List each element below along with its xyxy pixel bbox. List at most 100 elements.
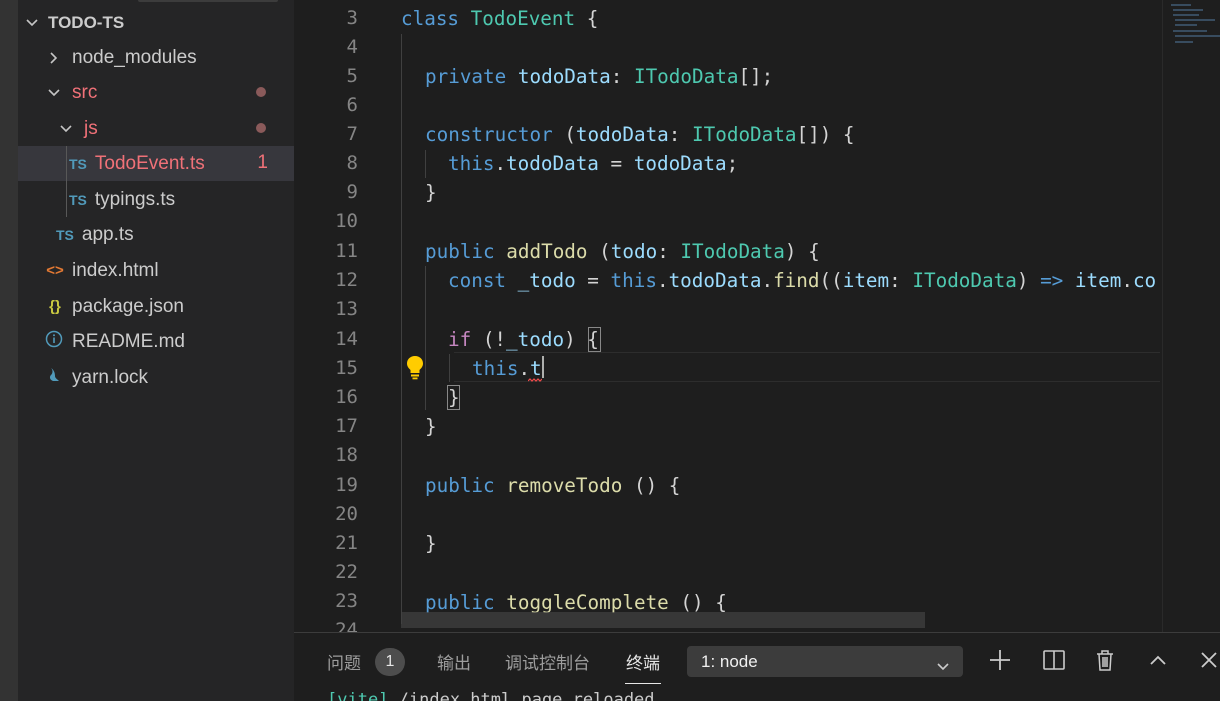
line-number: 3 [346, 7, 358, 29]
lightbulb-icon[interactable] [404, 354, 426, 380]
line-number: 10 [335, 210, 358, 232]
code-token: (! [482, 328, 507, 351]
tree-item-todoevent-ts[interactable]: TS TodoEvent.ts 1 [18, 146, 294, 181]
minimap[interactable] [1162, 0, 1220, 632]
html-file-icon: <> [46, 262, 64, 279]
terminal-output-line: [vite] /index.html page reloaded [327, 690, 655, 701]
code-token: . [761, 269, 774, 292]
code-line-19[interactable]: public removeTodo () { [425, 471, 680, 500]
code-token: : [889, 269, 913, 292]
code-token: public [425, 474, 507, 497]
chevron-down-icon [46, 85, 64, 101]
error-squiggle [528, 378, 542, 382]
code-line-14[interactable]: if (!_todo) { [448, 325, 599, 354]
code-token: () { [633, 474, 681, 497]
code-token: _todo [506, 328, 565, 351]
tree-item-yarn-lock[interactable]: yarn.lock [18, 360, 294, 395]
tree-item-package-json[interactable]: {} package.json [18, 289, 294, 324]
code-token: : [610, 65, 634, 88]
terminal-text: /index.html page reloaded [388, 690, 655, 701]
active-tab-indicator [625, 683, 661, 684]
tab-terminal[interactable]: 终端 [626, 649, 660, 674]
code-token: ITodoData [912, 269, 1017, 292]
tree-item-label: typings.ts [94, 188, 176, 210]
typescript-file-icon: TS [69, 191, 87, 208]
code-token: co [1132, 269, 1157, 292]
tree-item-src[interactable]: src [18, 75, 294, 110]
bottom-panel: 问题 1 输出 调试控制台 终端 1: node [vite] /index.h… [294, 632, 1220, 701]
tab-output[interactable]: 输出 [437, 649, 471, 674]
code-token: t [530, 357, 542, 380]
code-line-7[interactable]: constructor (todoData: ITodoData[]) { [425, 120, 855, 149]
terminal-select[interactable]: 1: node [687, 646, 963, 677]
code-token: class [401, 7, 471, 30]
trash-icon[interactable] [1092, 647, 1118, 673]
code-token: . [494, 152, 507, 175]
tree-item-app-ts[interactable]: TS app.ts [18, 217, 294, 252]
code-token: ITodoData [692, 123, 797, 146]
code-token: todoData [506, 152, 599, 175]
code-token: : [668, 123, 693, 146]
code-line-17[interactable]: } [425, 412, 437, 441]
horizontal-scrollbar[interactable] [401, 612, 925, 628]
tree-item-label: node_modules [72, 46, 197, 68]
code-token: TodoEvent [470, 7, 576, 30]
code-token: this [448, 152, 495, 175]
code-line-8[interactable]: this.todoData = todoData; [448, 149, 738, 178]
tree-item-node-modules[interactable]: node_modules [18, 40, 294, 75]
tab-debug-console[interactable]: 调试控制台 [505, 649, 590, 674]
new-terminal-icon[interactable] [987, 647, 1013, 673]
code-token: _todo [517, 269, 576, 292]
tab-problems[interactable]: 问题 [327, 649, 361, 674]
code-line-3[interactable]: class TodoEvent { [401, 4, 598, 33]
explorer-sidebar: TODO-TS node_modules src js TS TodoEvent… [18, 0, 294, 701]
code-token: } [425, 415, 437, 438]
tree-item-readme-md[interactable]: README.md [18, 324, 294, 359]
code-line-21[interactable]: } [425, 529, 437, 558]
tree-item-label: index.html [72, 259, 159, 281]
tree-item-label: app.ts [81, 223, 134, 245]
sidebar-scroll-indicator [138, 0, 278, 2]
code-line-9[interactable]: } [425, 178, 437, 207]
code-line-12[interactable]: const _todo = this.todoData.find((item: … [448, 266, 1156, 295]
tree-item-typings-ts[interactable]: TS typings.ts [18, 182, 294, 217]
code-token: todoData [575, 123, 669, 146]
bracket-match-close [447, 385, 460, 410]
close-panel-icon[interactable] [1196, 647, 1220, 673]
code-token: todo [610, 240, 658, 263]
code-token: = [575, 269, 611, 292]
tree-item-label: README.md [72, 330, 185, 352]
split-terminal-icon[interactable] [1041, 647, 1067, 673]
tree-item-label: src [72, 81, 98, 103]
problem-count: 1 [257, 152, 268, 173]
code-line-11[interactable]: public addTodo (todo: ITodoData) { [425, 237, 820, 266]
typescript-file-icon: TS [56, 226, 74, 243]
line-number: 12 [335, 269, 358, 291]
chevron-down-icon [58, 121, 76, 137]
code-token: } [425, 181, 437, 204]
json-file-icon: {} [49, 298, 61, 315]
code-token: todoData [517, 65, 611, 88]
line-number: 9 [346, 181, 358, 203]
typescript-file-icon: TS [69, 155, 87, 172]
code-token: : [657, 240, 681, 263]
tree-item-index-html[interactable]: <> index.html [18, 253, 294, 288]
code-token: []) { [796, 123, 855, 146]
maximize-panel-icon[interactable] [1145, 647, 1171, 673]
chevron-down-icon [24, 15, 42, 31]
indent-guide [425, 150, 426, 178]
tree-item-js[interactable]: js [18, 111, 294, 146]
code-editor[interactable]: 3 4 5 6 7 8 9 10 11 12 13 14 15 16 17 18… [294, 0, 1220, 632]
activity-bar [0, 0, 18, 701]
code-token: public [425, 240, 507, 263]
code-token: constructor [425, 123, 565, 146]
code-token: ) [1016, 269, 1041, 292]
line-number: 8 [346, 152, 358, 174]
terminal-select-value: 1: node [701, 652, 758, 671]
problems-count-badge: 1 [375, 648, 405, 676]
code-token: ITodoData [680, 240, 785, 263]
explorer-root-folder[interactable]: TODO-TS [18, 5, 294, 40]
code-line-5[interactable]: private todoData: ITodoData[]; [425, 62, 773, 91]
current-line-highlight [454, 352, 1160, 382]
info-icon [44, 330, 64, 354]
